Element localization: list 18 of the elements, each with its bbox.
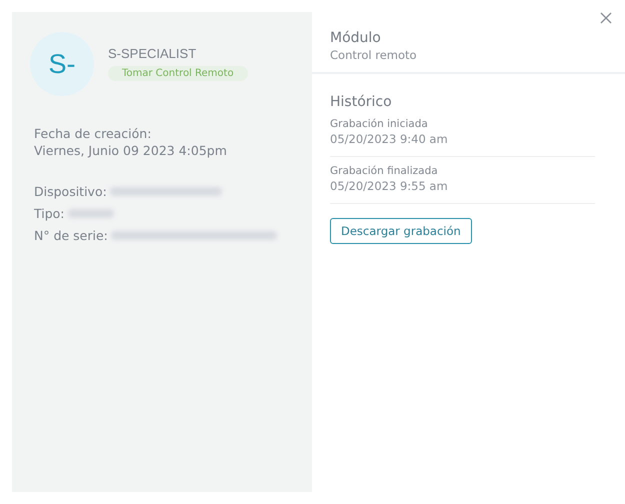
- close-icon: [600, 12, 612, 24]
- event-label: Grabación finalizada: [330, 165, 439, 177]
- download-button[interactable]: Descargar grabación: [330, 218, 472, 244]
- event-time: 05/20/2023 9:40 am: [330, 132, 449, 146]
- event-label: Grabación iniciada: [330, 118, 429, 130]
- section-title: Módulo: [330, 30, 382, 46]
- field-label: Tipo:: [34, 206, 65, 220]
- avatar: S-: [30, 32, 94, 96]
- user-name: S-SPECIALIST: [108, 46, 196, 61]
- field-label: N° de serie:: [34, 228, 108, 242]
- field-label: Dispositivo:: [34, 184, 107, 198]
- field-label: Fecha de creación:: [34, 126, 152, 141]
- status-tag: Tomar Control Remoto: [108, 66, 248, 81]
- module-name: Control remoto: [330, 48, 418, 62]
- field-value: Viernes, Junio 09 2023 4:05pm: [34, 143, 228, 158]
- section-title: Histórico: [330, 94, 392, 110]
- event-time: 05/20/2023 9:55 am: [330, 179, 449, 193]
- close-button[interactable]: [600, 12, 612, 24]
